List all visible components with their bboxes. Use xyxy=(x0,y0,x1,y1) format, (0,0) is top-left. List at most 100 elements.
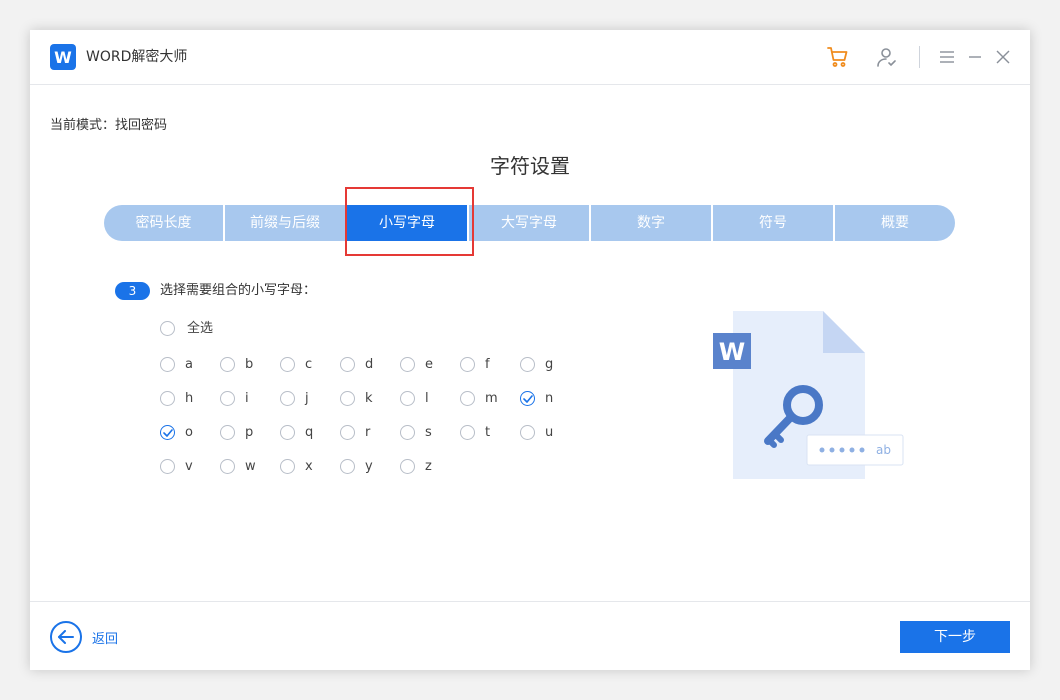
letter-radio[interactable] xyxy=(460,425,475,440)
letter-radio[interactable] xyxy=(280,391,295,406)
letter-radio[interactable] xyxy=(460,357,475,372)
letter-option-e[interactable]: e xyxy=(400,357,433,372)
letter-radio[interactable] xyxy=(220,391,235,406)
letter-label: s xyxy=(425,425,432,440)
letter-radio[interactable] xyxy=(520,425,535,440)
letter-radio[interactable] xyxy=(340,459,355,474)
letter-option-f[interactable]: f xyxy=(460,357,490,372)
letter-label: d xyxy=(365,357,374,372)
letter-option-o[interactable]: o xyxy=(160,425,193,440)
letter-radio[interactable] xyxy=(460,391,475,406)
illustration-doc-letter: W xyxy=(719,338,745,366)
select-all-radio[interactable] xyxy=(160,321,175,336)
letter-label: q xyxy=(305,425,314,440)
letter-radio[interactable] xyxy=(400,357,415,372)
letter-option-q[interactable]: q xyxy=(280,425,313,440)
step-instruction: 选择需要组合的小写字母： xyxy=(160,283,317,298)
footer-bar: 返回 下一步 xyxy=(30,601,1030,670)
tab-password-length[interactable]: 密码长度 xyxy=(104,205,223,241)
letter-option-y[interactable]: y xyxy=(340,459,373,474)
letter-radio[interactable] xyxy=(220,459,235,474)
tab-symbols[interactable]: 符号 xyxy=(713,205,833,241)
letter-radio[interactable] xyxy=(280,425,295,440)
letter-radio[interactable] xyxy=(160,357,175,372)
letter-radio[interactable] xyxy=(160,459,175,474)
letter-option-c[interactable]: c xyxy=(280,357,312,372)
close-icon[interactable] xyxy=(989,43,1017,71)
back-button[interactable]: 返回 xyxy=(50,621,118,653)
menu-icon[interactable] xyxy=(933,43,961,71)
section-title: 字符设置 xyxy=(490,154,570,178)
letter-option-d[interactable]: d xyxy=(340,357,373,372)
letter-label: v xyxy=(185,459,193,474)
letter-option-a[interactable]: a xyxy=(160,357,193,372)
current-mode-label: 当前模式：找回密码 xyxy=(50,118,168,133)
letter-option-v[interactable]: v xyxy=(160,459,193,474)
cart-icon[interactable] xyxy=(824,43,852,71)
letter-label: j xyxy=(305,391,309,406)
letter-label: l xyxy=(425,391,429,406)
letter-radio-checked[interactable] xyxy=(520,391,535,406)
tab-digits[interactable]: 数字 xyxy=(591,205,711,241)
letter-radio[interactable] xyxy=(520,357,535,372)
letter-option-n[interactable]: n xyxy=(520,391,553,406)
letter-radio[interactable] xyxy=(340,425,355,440)
tab-lowercase[interactable]: 小写字母 xyxy=(347,205,467,241)
letter-label: g xyxy=(545,357,554,372)
letter-label: u xyxy=(545,425,554,440)
letter-label: m xyxy=(485,391,498,406)
app-title: WORD解密大师 xyxy=(86,49,188,65)
letter-radio-checked[interactable] xyxy=(160,425,175,440)
letter-radio[interactable] xyxy=(340,357,355,372)
letter-radio[interactable] xyxy=(220,357,235,372)
letter-option-t[interactable]: t xyxy=(460,425,490,440)
word-key-illustration: W ab xyxy=(713,311,913,490)
letter-radio[interactable] xyxy=(160,391,175,406)
letter-option-x[interactable]: x xyxy=(280,459,313,474)
letter-label: r xyxy=(365,425,371,440)
letter-option-g[interactable]: g xyxy=(520,357,553,372)
letter-label: n xyxy=(545,391,554,406)
back-arrow-icon[interactable] xyxy=(50,621,82,653)
letter-option-z[interactable]: z xyxy=(400,459,432,474)
letter-label: z xyxy=(425,459,432,474)
letter-option-l[interactable]: l xyxy=(400,391,429,406)
letter-label: p xyxy=(245,425,254,440)
letter-label: h xyxy=(185,391,194,406)
next-step-button[interactable]: 下一步 xyxy=(900,621,1010,653)
title-bar: W WORD解密大师 xyxy=(30,30,1030,85)
letter-label: y xyxy=(365,459,373,474)
minimize-icon[interactable] xyxy=(961,43,989,71)
tab-prefix-suffix[interactable]: 前缀与后缀 xyxy=(225,205,345,241)
letter-radio[interactable] xyxy=(340,391,355,406)
letter-option-m[interactable]: m xyxy=(460,391,498,406)
letter-label: k xyxy=(365,391,373,406)
tab-summary[interactable]: 概要 xyxy=(835,205,955,241)
letter-option-h[interactable]: h xyxy=(160,391,193,406)
user-icon[interactable] xyxy=(872,43,900,71)
letter-option-s[interactable]: s xyxy=(400,425,432,440)
letter-label: x xyxy=(305,459,313,474)
back-label: 返回 xyxy=(92,631,119,647)
letter-radio[interactable] xyxy=(400,391,415,406)
letter-option-p[interactable]: p xyxy=(220,425,253,440)
letter-option-j[interactable]: j xyxy=(280,391,309,406)
select-all-option[interactable]: 全选 xyxy=(160,321,213,336)
letter-radio[interactable] xyxy=(220,425,235,440)
letter-radio[interactable] xyxy=(400,425,415,440)
settings-tabs: 密码长度 前缀与后缀 小写字母 大写字母 数字 符号 概要 xyxy=(104,205,955,241)
letter-option-b[interactable]: b xyxy=(220,357,253,372)
svg-text:W: W xyxy=(54,48,72,67)
letter-option-r[interactable]: r xyxy=(340,425,370,440)
letter-label: b xyxy=(245,357,254,372)
letter-radio[interactable] xyxy=(400,459,415,474)
letter-radio[interactable] xyxy=(280,459,295,474)
tab-uppercase[interactable]: 大写字母 xyxy=(469,205,589,241)
letter-option-k[interactable]: k xyxy=(340,391,373,406)
app-logo: W xyxy=(50,44,76,70)
letter-radio[interactable] xyxy=(280,357,295,372)
letter-option-w[interactable]: w xyxy=(220,459,256,474)
letter-option-u[interactable]: u xyxy=(520,425,553,440)
letter-option-i[interactable]: i xyxy=(220,391,249,406)
letter-label: e xyxy=(425,357,433,372)
